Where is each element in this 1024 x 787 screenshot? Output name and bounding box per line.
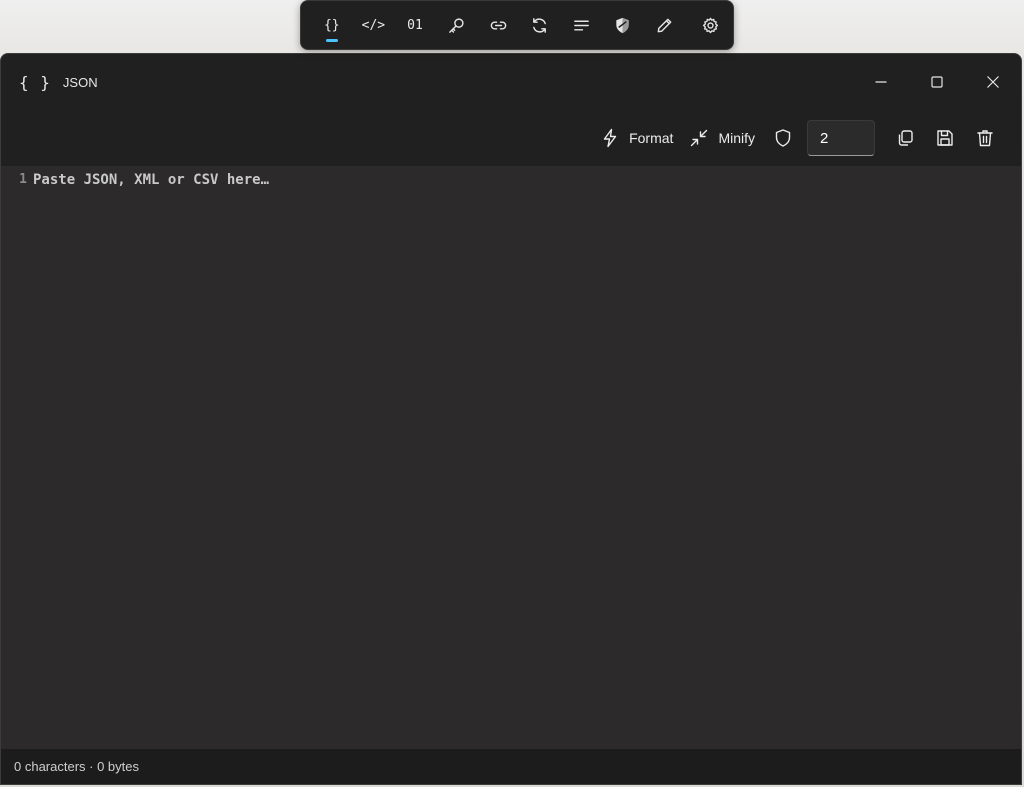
key-icon <box>449 17 464 33</box>
text-lines-icon <box>573 20 589 30</box>
link-button[interactable] <box>477 7 519 43</box>
status-text: 0 characters · 0 bytes <box>14 759 139 774</box>
braces-icon: {} <box>323 17 340 33</box>
link-icon <box>490 20 506 30</box>
shield-button[interactable] <box>602 7 644 43</box>
settings-button[interactable] <box>689 7 731 43</box>
binary-mode-button[interactable]: 01 <box>394 7 436 43</box>
xml-mode-button[interactable]: </> <box>353 7 395 43</box>
format-button[interactable]: Format <box>592 120 681 156</box>
title-bar[interactable]: { } JSON <box>1 54 1021 110</box>
copy-icon <box>898 130 913 146</box>
edit-button[interactable] <box>644 7 686 43</box>
key-button[interactable] <box>436 7 478 43</box>
code-editor[interactable]: 1 Paste JSON, XML or CSV here… <box>1 166 1021 750</box>
status-bar: 0 characters · 0 bytes <box>1 749 1021 784</box>
gear-icon <box>702 17 718 33</box>
refresh-icon <box>533 17 547 33</box>
copy-button[interactable] <box>885 120 925 156</box>
shield-outline-icon <box>775 129 791 147</box>
line-number: 1 <box>19 172 27 187</box>
save-button[interactable] <box>925 120 965 156</box>
clear-button[interactable] <box>965 120 1005 156</box>
save-icon <box>937 130 953 146</box>
minimize-button[interactable] <box>853 54 909 110</box>
floating-toolbar: {} </> 01 <box>300 0 734 50</box>
window-controls <box>853 54 1021 110</box>
trash-icon <box>977 130 993 147</box>
close-icon <box>987 76 999 88</box>
command-bar: Format Minify 2 <box>1 110 1021 166</box>
collapse-arrows-icon <box>691 129 708 147</box>
app-window: { } JSON Format Minify 2 1 Paste JSON, X… <box>0 53 1022 785</box>
validate-button[interactable] <box>763 120 803 156</box>
json-mode-button[interactable]: {} <box>311 7 353 43</box>
maximize-icon <box>931 76 943 88</box>
minify-button[interactable]: Minify <box>681 120 763 156</box>
indent-input[interactable]: 2 <box>807 120 875 156</box>
minify-label: Minify <box>718 130 755 146</box>
code-icon: </> <box>361 17 386 33</box>
format-label: Format <box>629 130 674 146</box>
editor-placeholder[interactable]: Paste JSON, XML or CSV here… <box>27 166 269 750</box>
close-button[interactable] <box>965 54 1021 110</box>
braces-icon: { } <box>19 72 51 92</box>
pencil-icon <box>657 18 672 32</box>
lightning-icon <box>603 128 617 148</box>
maximize-button[interactable] <box>909 54 965 110</box>
minimize-icon <box>875 81 887 83</box>
shield-icon <box>616 17 630 33</box>
window-title: JSON <box>62 74 98 90</box>
text-button[interactable] <box>561 7 603 43</box>
binary-icon: 01 <box>407 17 423 33</box>
convert-button[interactable] <box>519 7 561 43</box>
